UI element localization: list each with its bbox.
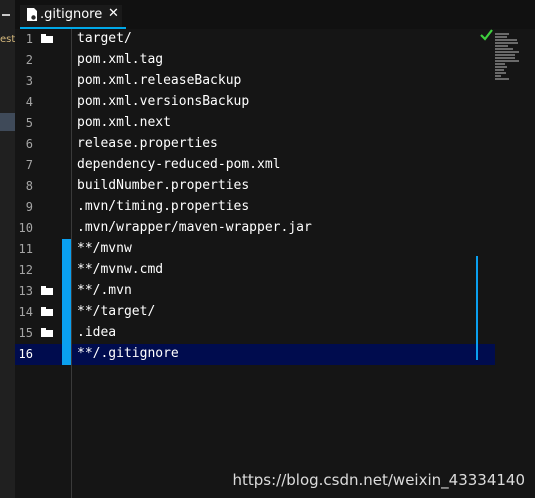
line-number: 4 — [25, 95, 33, 109]
tab-title: .gitignore — [40, 7, 103, 22]
code-text: pom.xml.next — [77, 115, 171, 130]
current-line[interactable]: 16 **/.gitignore — [15, 344, 495, 365]
minimap-line — [495, 69, 504, 71]
minimap-line — [495, 36, 507, 38]
line-number: 14 — [18, 305, 33, 319]
line-number: 7 — [25, 158, 33, 172]
minimap-line — [495, 39, 517, 41]
line-number: 1 — [25, 32, 33, 46]
code-line[interactable]: 10 .mvn/wrapper/maven-wrapper.jar — [15, 218, 495, 239]
change-marker[interactable] — [62, 239, 71, 365]
line-number: 16 — [18, 347, 33, 361]
watermark-url: https://blog.csdn.net/weixin_43334140 — [232, 471, 525, 489]
code-text: pom.xml.tag — [77, 52, 164, 67]
code-editor[interactable]: 1 target/2 pom.xml.tag 3 pom.xml.releaseBack… — [15, 29, 535, 498]
line-number: 8 — [25, 179, 33, 193]
gutter-divider — [71, 29, 72, 498]
code-text: **/target/ — [77, 304, 156, 319]
code-line[interactable]: 2 pom.xml.tag — [15, 50, 495, 71]
folder-icon[interactable] — [41, 286, 53, 295]
code-line[interactable]: 15 .idea — [15, 323, 495, 344]
minimap-line — [495, 66, 507, 68]
code-line[interactable]: 11 **/mvnw — [15, 239, 495, 260]
minimap-line — [495, 57, 515, 59]
line-number: 9 — [25, 200, 33, 214]
line-number: 6 — [25, 137, 33, 151]
minimap-line — [495, 45, 508, 47]
file-icon — [27, 8, 37, 21]
line-number: 2 — [25, 53, 33, 67]
line-number: 15 — [18, 326, 33, 340]
code-text: release.properties — [77, 136, 218, 151]
line-number: 5 — [25, 116, 33, 130]
editor-tab-bar: .gitignore ✕ — [15, 0, 535, 29]
code-line[interactable]: 1 target/ — [15, 29, 495, 50]
line-number: 10 — [18, 221, 33, 235]
scope-indicator — [476, 256, 478, 360]
minimize-icon[interactable] — [2, 14, 10, 16]
minimap-line — [495, 54, 515, 56]
code-text: **/mvnw.cmd — [77, 262, 164, 277]
minimap-line — [495, 51, 519, 53]
project-tree-partial-label: est — [0, 34, 15, 45]
minimap-line — [495, 78, 509, 80]
code-line[interactable]: 9 .mvn/timing.properties — [15, 197, 495, 218]
minimap-line — [495, 75, 501, 77]
code-text: pom.xml.versionsBackup — [77, 94, 250, 109]
code-line[interactable]: 8 buildNumber.properties — [15, 176, 495, 197]
minimap-line — [495, 63, 505, 65]
project-tree-selected-row[interactable] — [0, 113, 15, 131]
code-line[interactable]: 4 pom.xml.versionsBackup — [15, 92, 495, 113]
code-text: dependency-reduced-pom.xml — [77, 157, 281, 172]
code-line[interactable]: 12 **/mvnw.cmd — [15, 260, 495, 281]
code-text: .mvn/wrapper/maven-wrapper.jar — [77, 220, 312, 235]
check-icon — [480, 29, 493, 41]
code-text: pom.xml.releaseBackup — [77, 73, 242, 88]
line-number: 13 — [18, 284, 33, 298]
close-icon[interactable]: ✕ — [108, 6, 119, 21]
minimap-line — [495, 42, 518, 44]
minimap[interactable] — [495, 33, 519, 81]
code-text: **/.gitignore — [77, 346, 179, 361]
line-number: 11 — [18, 242, 33, 256]
code-text: target/ — [77, 31, 132, 46]
code-line[interactable]: 13 **/.mvn — [15, 281, 495, 302]
tab-gitignore[interactable]: .gitignore ✕ — [20, 5, 126, 29]
code-line[interactable]: 14 **/target/ — [15, 302, 495, 323]
line-number: 12 — [18, 263, 33, 277]
minimap-line — [495, 60, 519, 62]
code-text: **/.mvn — [77, 283, 132, 298]
code-text: buildNumber.properties — [77, 178, 250, 193]
code-line[interactable]: 5 pom.xml.next — [15, 113, 495, 134]
code-line[interactable]: 6 release.properties — [15, 134, 495, 155]
minimap-line — [495, 33, 509, 35]
code-line[interactable]: 7 dependency-reduced-pom.xml — [15, 155, 495, 176]
minimap-line — [495, 48, 513, 50]
code-text: .idea — [77, 325, 117, 340]
code-line[interactable]: 3 pom.xml.releaseBackup — [15, 71, 495, 92]
code-text: **/mvnw — [77, 241, 132, 256]
minimap-line — [495, 72, 506, 74]
folder-icon[interactable] — [41, 34, 53, 43]
line-number: 3 — [25, 74, 33, 88]
folder-icon[interactable] — [41, 307, 53, 316]
project-panel-edge: est — [0, 0, 15, 498]
folder-icon[interactable] — [41, 328, 53, 337]
code-text: .mvn/timing.properties — [77, 199, 250, 214]
